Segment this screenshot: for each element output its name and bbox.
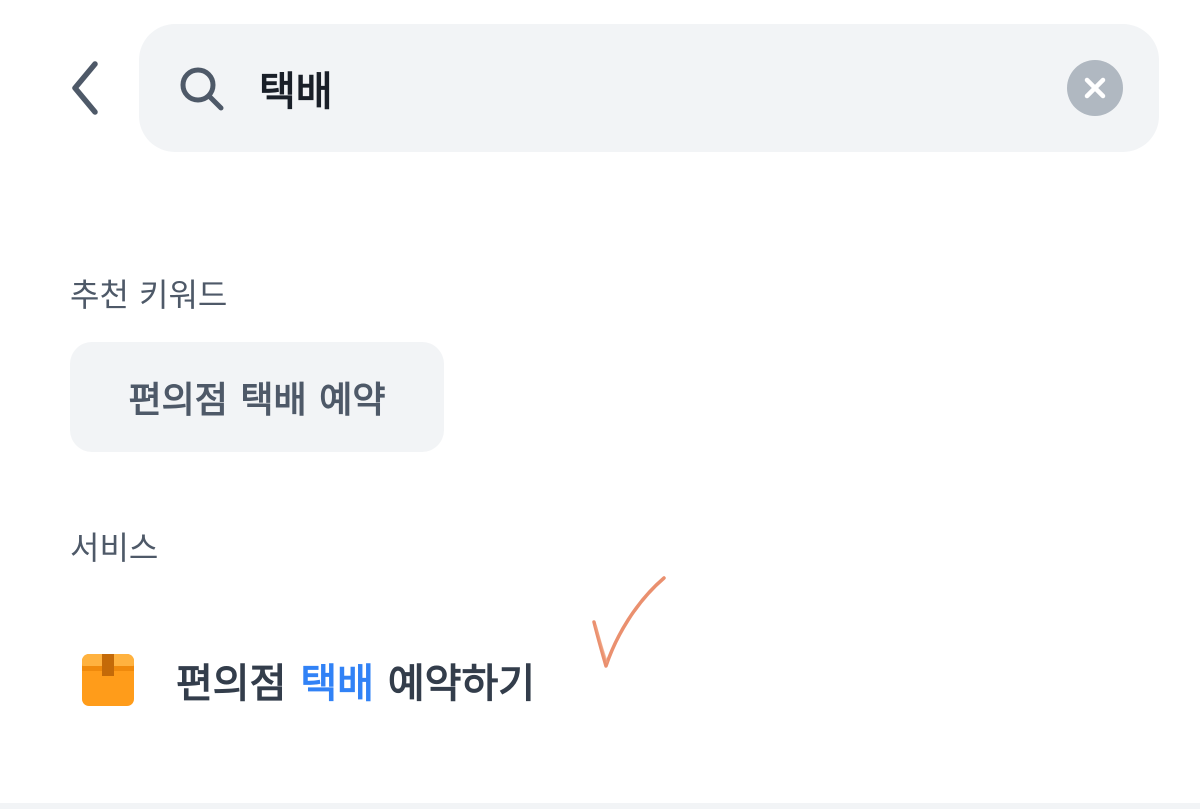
- package-box-icon: [82, 654, 134, 706]
- search-bar[interactable]: [139, 24, 1159, 152]
- back-button[interactable]: [58, 56, 112, 120]
- clear-search-button[interactable]: [1067, 60, 1123, 116]
- search-input[interactable]: [259, 50, 1039, 126]
- chevron-left-icon: [72, 61, 98, 115]
- search-term-highlight: 택배: [300, 661, 374, 707]
- bottom-divider: [0, 803, 1200, 809]
- recommended-keywords-title: 추천 키워드: [70, 276, 228, 314]
- services-title: 서비스: [70, 529, 159, 567]
- check-mark-icon: [592, 576, 666, 668]
- service-item-label: 편의점 택배 예약하기: [176, 651, 535, 709]
- service-item-parcel-reservation[interactable]: 편의점 택배 예약하기: [70, 620, 670, 740]
- close-icon: [1084, 77, 1106, 99]
- search-icon: [180, 67, 224, 111]
- service-label-prefix: 편의점: [176, 661, 301, 707]
- service-label-suffix: 예약하기: [373, 661, 536, 707]
- keyword-chip[interactable]: 편의점 택배 예약: [70, 342, 444, 452]
